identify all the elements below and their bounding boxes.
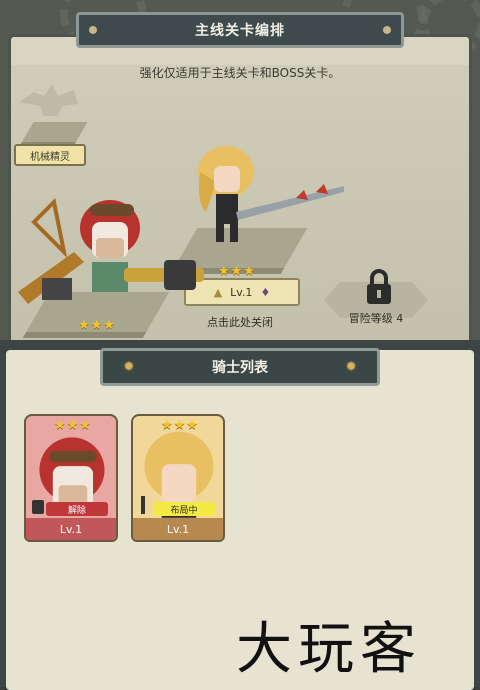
- sun-emblem-icon: ✹: [345, 359, 357, 375]
- knight-card-red-gunner[interactable]: ★★★ 解除 Lv.1: [24, 414, 118, 542]
- watermark-logo: 大玩客: [236, 617, 422, 682]
- sun-emblem-icon: ✹: [123, 359, 135, 375]
- card-level: Lv.1: [133, 518, 223, 540]
- red-gunner-knight-sprite[interactable]: [14, 182, 214, 332]
- lock-icon: [367, 269, 391, 304]
- sword-icon: ♦: [260, 285, 271, 299]
- class-shield-icon: [32, 500, 44, 514]
- rivet-icon: [383, 26, 391, 34]
- page-title: 主线关卡编排: [76, 12, 404, 48]
- card-stars: ★★★: [161, 418, 199, 433]
- knight-list-title: ✹ 骑士列表 ✹: [100, 348, 380, 386]
- card-level: Lv.1: [26, 518, 116, 540]
- remove-button[interactable]: 解除: [46, 502, 108, 516]
- warning-icon: ▲: [213, 285, 223, 299]
- sword-class-icon: [141, 496, 145, 514]
- page-title-text: 主线关卡编排: [195, 23, 285, 39]
- locked-slot-label: 冒险等级 4: [348, 312, 404, 325]
- rivet-icon: [89, 26, 97, 34]
- slot-label-mech-spirit: 机械精灵: [14, 144, 86, 166]
- mech-spirit-silhouette-icon: [19, 84, 78, 116]
- card-stars: ★★★: [54, 418, 92, 433]
- knight-list-title-text: 骑士列表: [212, 360, 268, 376]
- formation-hint: 强化仅适用于主线关卡和BOSS关卡。: [139, 66, 341, 80]
- center-slot-stars: ★★★: [218, 264, 256, 279]
- knight-card-blonde[interactable]: ★★★ 布局中 Lv.1: [131, 414, 225, 542]
- center-level-text: Lv.1: [230, 285, 253, 299]
- deployed-badge: 布局中: [153, 502, 215, 516]
